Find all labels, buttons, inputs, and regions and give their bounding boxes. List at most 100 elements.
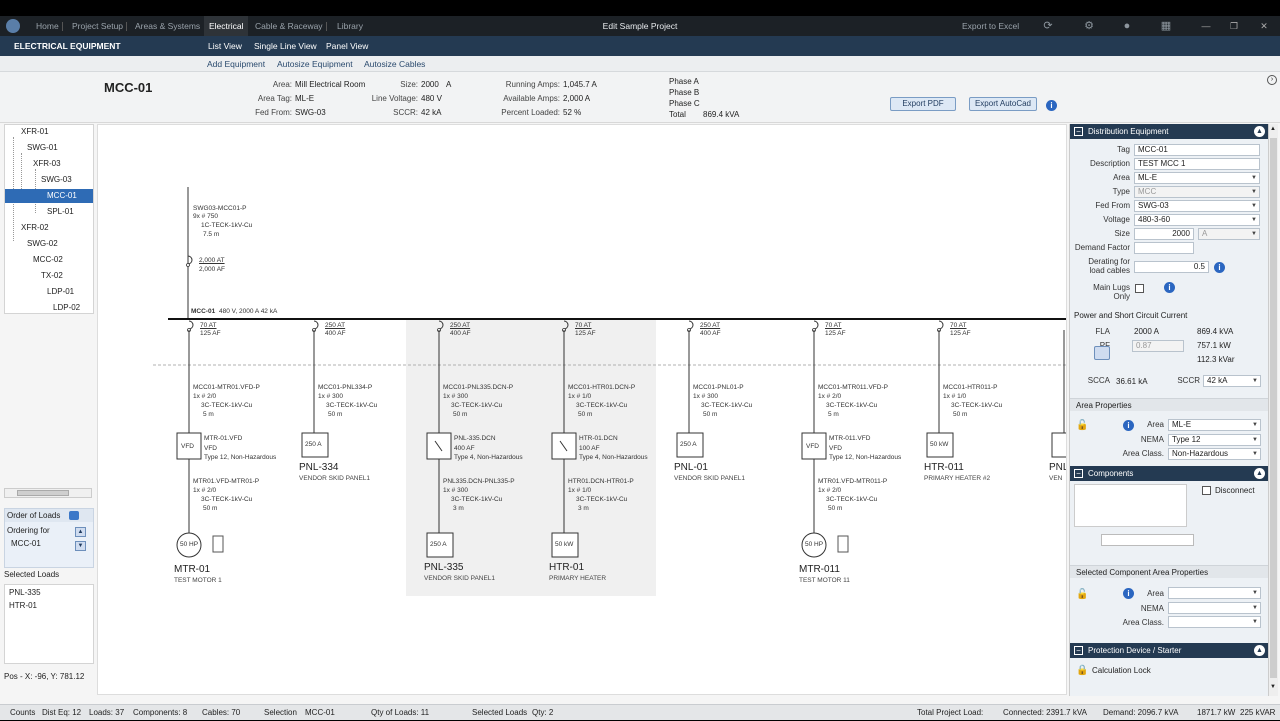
tab-home[interactable]: Home	[36, 16, 59, 36]
user-icon[interactable]: ●	[1120, 19, 1134, 33]
tree-item[interactable]: SWG-03	[5, 173, 93, 187]
minimize-icon[interactable]: —	[1198, 16, 1214, 36]
list-item[interactable]: PNL-335	[9, 588, 41, 597]
calculate-button[interactable]	[1094, 346, 1110, 360]
area-props-area-select[interactable]: ML-E ▼	[1168, 419, 1261, 431]
main-lugs-checkbox[interactable]	[1135, 284, 1144, 293]
order-of-loads-panel: Order of Loads Ordering for MCC-01 ▲ ▼	[4, 508, 94, 568]
scroll-down-icon[interactable]: ▼	[1270, 684, 1276, 690]
voltage-select[interactable]: 480-3-60 ▼	[1134, 214, 1260, 226]
load-tag: PNL-01	[674, 462, 708, 473]
panel-view-tab[interactable]: Panel View	[326, 36, 368, 56]
area-select-value: ML-E	[1138, 173, 1158, 182]
fed-from-select[interactable]: SWG-03 ▼	[1134, 200, 1260, 212]
area-class-select[interactable]: Non-Hazardous ▼	[1168, 448, 1261, 460]
description-field[interactable]: TEST MCC 1	[1134, 158, 1260, 170]
total-value: 869.4 kVA	[703, 110, 740, 119]
add-equipment-button[interactable]: Add Equipment	[207, 56, 265, 72]
tree-horizontal-scrollbar[interactable]	[4, 488, 92, 498]
grid-icon[interactable]: ▦	[1159, 19, 1173, 33]
scroll-up-icon[interactable]: ▲	[1270, 126, 1276, 132]
chevron-down-icon: ▼	[1252, 451, 1258, 457]
tab-electrical[interactable]: Electrical	[204, 16, 249, 36]
chevron-up-icon[interactable]: ▲	[1254, 468, 1265, 479]
breaker-symbol	[688, 320, 694, 330]
tab-project-setup[interactable]: Project Setup	[72, 16, 123, 36]
single-line-view-tab[interactable]: Single Line View	[254, 36, 317, 56]
export-excel-button[interactable]: Export to Excel	[962, 16, 1019, 36]
area-class-label: Area Class.	[1122, 449, 1164, 458]
power-short-circuit-title: Power and Short Circuit Current	[1074, 311, 1188, 320]
scroll-thumb[interactable]	[1270, 138, 1277, 678]
refresh-icon[interactable]: ⟳	[1041, 19, 1055, 33]
load-description: TEST MOTOR 1	[174, 577, 222, 584]
distribution-equipment-header[interactable]: − Distribution Equipment ▲	[1070, 124, 1268, 139]
scroll-thumb[interactable]	[17, 490, 69, 496]
info-icon[interactable]: i	[1164, 282, 1175, 293]
panel-vertical-scrollbar[interactable]: ▲ ▼	[1268, 124, 1278, 696]
info-icon[interactable]: i	[1214, 262, 1225, 273]
derating-field[interactable]: 0.5	[1134, 261, 1209, 273]
unlock-icon[interactable]: 🔓	[1076, 589, 1088, 600]
tab-areas-systems[interactable]: Areas & Systems	[135, 16, 200, 36]
demand-factor-field[interactable]	[1134, 242, 1194, 254]
derating-label-line2: load cables	[1089, 266, 1130, 275]
sc-area-class-select[interactable]: ▼	[1168, 616, 1261, 628]
tab-library[interactable]: Library	[337, 16, 363, 36]
move-down-button[interactable]: ▼	[75, 541, 86, 551]
toolbar: Add Equipment Autosize Equipment Autosiz…	[0, 56, 1280, 72]
collapse-icon[interactable]: −	[1074, 469, 1083, 478]
unlock-icon[interactable]: 🔓	[1076, 420, 1088, 431]
collapse-icon[interactable]: −	[1074, 127, 1083, 136]
tree-item[interactable]: XFR-03	[5, 157, 93, 171]
tree-item[interactable]: XFR-01	[5, 125, 93, 139]
kvar-value: 112.3 kVar	[1197, 355, 1235, 364]
order-toggle-icon[interactable]	[69, 511, 79, 520]
area-select[interactable]: ML-E ▼	[1134, 172, 1260, 184]
close-icon[interactable]: ✕	[1256, 16, 1272, 36]
list-view-tab[interactable]: List View	[208, 36, 242, 56]
vfd-label: VFD	[181, 443, 194, 450]
chevron-up-icon[interactable]: ▲	[1254, 645, 1265, 656]
size-field[interactable]: 2000	[1134, 228, 1194, 240]
move-up-button[interactable]: ▲	[75, 527, 86, 537]
total-kw: 1871.7 kW	[1197, 708, 1236, 717]
export-autocad-button[interactable]: Export AutoCad	[969, 97, 1037, 111]
list-item[interactable]: HTR-01	[9, 601, 37, 610]
sccr-select[interactable]: 42 kA ▼	[1203, 375, 1261, 387]
tree-item[interactable]: MCC-02	[5, 253, 93, 267]
export-pdf-button[interactable]: Export PDF	[890, 97, 956, 111]
tree-item[interactable]: LDP-02	[5, 301, 93, 315]
load-description: VENDOR SKID PANEL1	[424, 575, 496, 582]
tree-item-selected[interactable]: MCC-01	[5, 189, 93, 203]
tree-item[interactable]: SWG-01	[5, 141, 93, 155]
tree-item[interactable]: SWG-02	[5, 237, 93, 251]
component-name-field[interactable]	[1101, 534, 1194, 546]
components-header[interactable]: − Components ▲	[1070, 466, 1268, 481]
tag-field[interactable]: MCC-01	[1134, 144, 1260, 156]
protection-device-header[interactable]: − Protection Device / Starter ▲	[1070, 643, 1268, 658]
area-properties-title: Area Properties	[1070, 398, 1268, 411]
area-label: Area	[1113, 173, 1130, 182]
tree-item[interactable]: SPL-01	[5, 205, 93, 219]
tree-item[interactable]: TX-02	[5, 269, 93, 283]
restore-icon[interactable]: ❐	[1226, 16, 1242, 36]
info-icon[interactable]: i	[1046, 100, 1057, 111]
collapse-icon[interactable]: −	[1074, 646, 1083, 655]
tree-item[interactable]: XFR-02	[5, 221, 93, 235]
main-lugs-label-line1: Main Lugs	[1093, 283, 1130, 292]
disconnect-checkbox[interactable]	[1202, 486, 1211, 495]
sc-area-select[interactable]: ▼	[1168, 587, 1261, 599]
expand-arrow-icon[interactable]: ›	[1267, 75, 1277, 85]
gear-icon[interactable]: ⚙	[1082, 19, 1096, 33]
chevron-up-icon[interactable]: ▲	[1254, 126, 1265, 137]
tab-cable-raceway[interactable]: Cable & Raceway	[255, 16, 323, 36]
tree-item[interactable]: LDP-01	[5, 285, 93, 299]
autosize-equipment-button[interactable]: Autosize Equipment	[277, 56, 353, 72]
autosize-cables-button[interactable]: Autosize Cables	[364, 56, 425, 72]
nema-select[interactable]: Type 12 ▼	[1168, 434, 1261, 446]
lock-icon[interactable]: 🔒	[1076, 665, 1088, 676]
components-list[interactable]	[1074, 484, 1187, 527]
sc-nema-select[interactable]: ▼	[1168, 602, 1261, 614]
single-line-diagram[interactable]: SWG03-MCC01-P 9x # 750 1C-TECK-1kV-Cu 7.5 m…	[97, 124, 1067, 695]
